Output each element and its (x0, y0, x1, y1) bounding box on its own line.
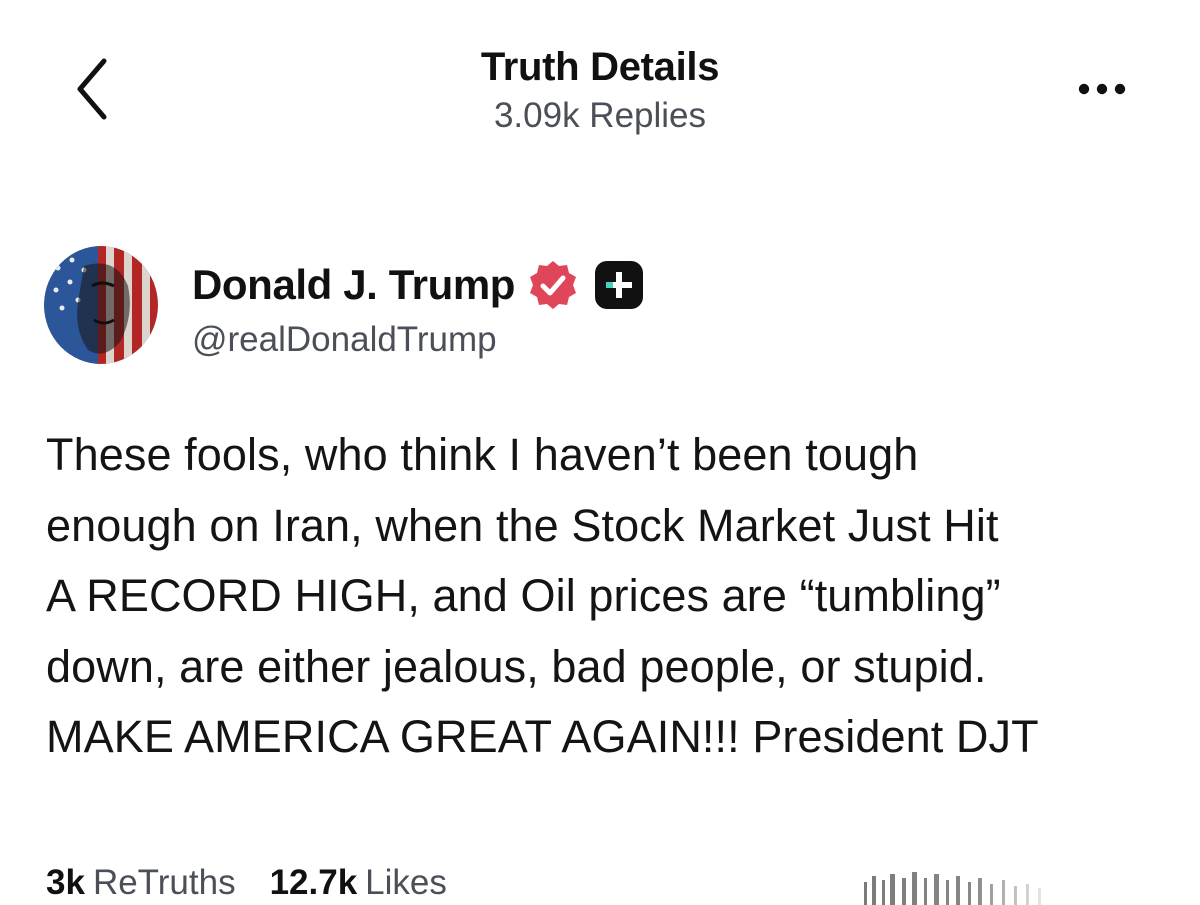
header-title-group: Truth Details 3.09k Replies (0, 40, 1200, 138)
author-name[interactable]: Donald J. Trump (192, 261, 515, 309)
post-text-line: enough on Iran, when the Stock Market Ju… (46, 499, 999, 551)
liker-avatars[interactable] (860, 866, 1050, 905)
post-text-line: down, are either jealous, bad people, or… (46, 640, 987, 692)
post-text: These fools, who think I haven’t been to… (46, 420, 1156, 773)
verified-badge-icon (530, 261, 577, 309)
more-horizontal-icon (1078, 83, 1126, 95)
truth-plus-badge-icon (595, 261, 644, 309)
post-text-line: A RECORD HIGH, and Oil prices are “tumbl… (46, 570, 1001, 621)
avatar-image (44, 246, 158, 364)
top-bar: Truth Details 3.09k Replies (0, 0, 1200, 160)
page-title: Truth Details (480, 45, 720, 89)
retruths-count: 3k (46, 862, 85, 902)
retruths-label: ReTruths (92, 862, 236, 902)
author-name-row: Donald J. Trump (192, 258, 645, 312)
post-author: Donald J. Trump @realDonaldTrump (44, 246, 844, 368)
likes-count: 12.7k (269, 862, 358, 902)
likes-stat[interactable]: 12.7k Likes (270, 863, 447, 903)
post-stats: 3k ReTruths 12.7k Likes (46, 860, 481, 905)
avatar[interactable] (44, 246, 158, 364)
more-options-button[interactable] (1072, 74, 1132, 104)
post-text-line: These fools, who think I haven’t been to… (46, 429, 919, 480)
retruths-stat[interactable]: 3k ReTruths (46, 863, 236, 903)
liker-avatars-image (860, 866, 1050, 905)
likes-label: Likes (365, 862, 447, 902)
replies-count: 3.09k Replies (493, 96, 707, 135)
post-text-line: MAKE AMERICA GREAT AGAIN!!! President DJ… (46, 711, 1039, 762)
author-handle[interactable]: @realDonaldTrump (192, 320, 497, 360)
